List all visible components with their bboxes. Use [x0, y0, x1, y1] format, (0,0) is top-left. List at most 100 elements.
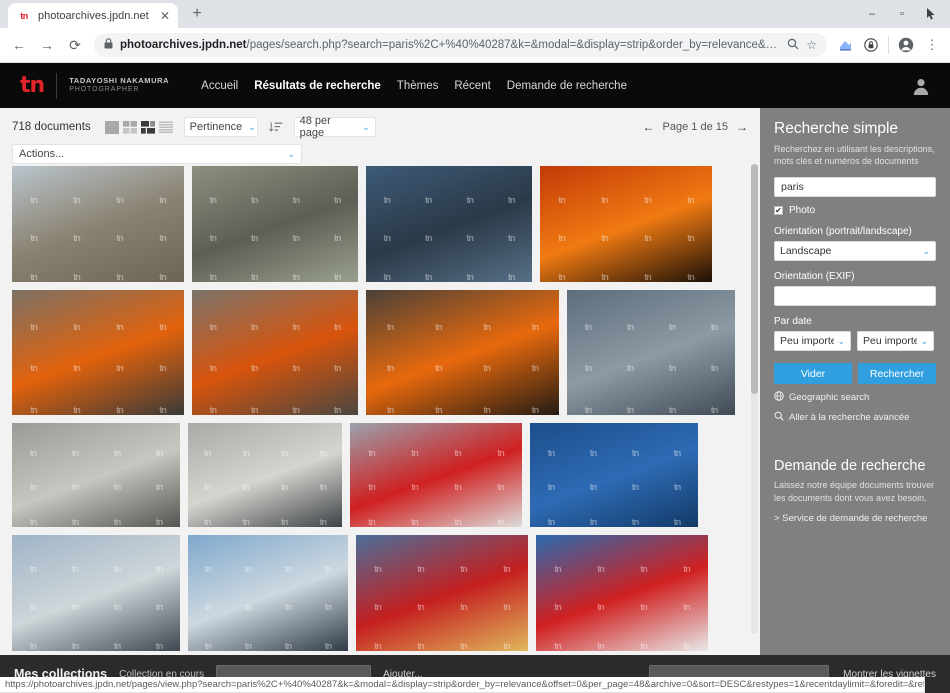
view-mode-strip-icon[interactable] [140, 120, 156, 135]
address-bar[interactable]: photoarchives.jpdn.net/pages/search.php?… [94, 33, 827, 57]
date-from-select[interactable]: Peu importe ⌄ [774, 331, 851, 352]
view-mode-large-icon[interactable] [104, 120, 120, 135]
exif-label: Orientation (EXIF) [774, 271, 855, 283]
nav-item-recent[interactable]: Récent [454, 80, 490, 92]
watermark-overlay: tntntntntntntntntntntntn [30, 321, 167, 415]
extension-icon[interactable] [833, 33, 857, 57]
view-mode-list-icon[interactable] [158, 120, 174, 135]
url-text: photoarchives.jpdn.net/pages/search.php?… [120, 39, 780, 51]
incognito-icon[interactable] [859, 33, 883, 57]
view-mode-switcher [104, 120, 174, 135]
new-tab-button[interactable]: + [184, 1, 210, 27]
sort-select-value: Pertinence [189, 121, 243, 133]
thumb-riot-shields-row[interactable]: tn tn tn tn tn tn tn tn tn tn tn tn [567, 290, 735, 415]
menu-icon[interactable]: ⋮ [920, 33, 944, 57]
search-input[interactable] [774, 177, 936, 198]
main-navigation: Accueil Résultats de recherche Thèmes Ré… [201, 80, 627, 92]
pagination: ← Page 1 de 15 → [643, 120, 748, 134]
url-domain: photoarchives.jpdn.net [120, 39, 247, 51]
nav-item-demande[interactable]: Demande de recherche [507, 80, 627, 92]
clear-button[interactable]: Vider [774, 363, 852, 385]
thumb-barricade-fire[interactable]: tn tn tn tn tn tn tn tn tn tn tn tn [192, 290, 358, 415]
magnifier-icon [774, 411, 784, 424]
maximize-icon[interactable]: ▫ [888, 1, 916, 27]
chevron-down-icon: ⌄ [922, 245, 930, 256]
geographic-search-label: Geographic search [789, 392, 870, 404]
thumb-panda-parade[interactable]: tn tn tn tn tn tn tn tn tn tn tn tn [536, 535, 708, 651]
view-mode-grid-icon[interactable] [122, 120, 138, 135]
watermark-overlay: tntntntntntntntntntntntn [204, 563, 333, 651]
actions-select-value: Actions... [19, 148, 65, 160]
thumb-fire-protesters[interactable]: tn tn tn tn tn tn tn tn tn tn tn tn [366, 290, 559, 415]
request-service-link[interactable]: > Service de demande de recherche [774, 512, 936, 525]
sidebar-description: Recherchez en utilisant les descriptions… [774, 144, 935, 167]
watermark-overlay: tntntntntntntntntntntntn [386, 321, 539, 415]
advanced-search-link[interactable]: Aller à la recherche avancée [774, 411, 936, 424]
browser-tab[interactable]: tn photoarchives.jpdn.net ✕ [8, 3, 178, 28]
user-icon[interactable] [910, 75, 932, 97]
reload-button[interactable]: ⟳ [62, 32, 88, 58]
advanced-search-label: Aller à la recherche avancée [789, 412, 910, 424]
watermark-overlay: tntntntntntntntntntntntn [368, 447, 505, 527]
thumb-modern-building-1[interactable]: tn tn tn tn tn tn tn tn tn tn tn tn [12, 535, 180, 651]
sort-direction-icon[interactable] [268, 119, 284, 135]
date-to-select[interactable]: Peu importe ⌄ [857, 331, 934, 352]
logo-divider [56, 72, 58, 99]
profile-avatar-icon[interactable] [894, 33, 918, 57]
site-logo-icon[interactable]: tn [20, 74, 45, 97]
photo-checkbox[interactable]: ✔ [774, 206, 783, 216]
thumbnail-row: tntntntntntntntntntntntn tntntntntntntntn… [12, 290, 748, 415]
minimize-icon[interactable]: – [858, 1, 886, 27]
results-scrollbar[interactable] [751, 164, 758, 634]
search-icon[interactable] [787, 38, 799, 53]
watermark-overlay: tntntntntntntntntntntntn [584, 321, 719, 415]
geographic-search-link[interactable]: Geographic search [774, 391, 936, 404]
sort-select[interactable]: Pertinence ⌄ [183, 117, 258, 137]
thumb-modern-building-2[interactable]: tn tn tn tn tn tn tn tn tn tn tn tn [188, 535, 348, 651]
orientation-select[interactable]: Landscape ⌄ [774, 241, 936, 262]
watermark-overlay: tntntntntntntntntntntntn [547, 447, 682, 527]
watermark-overlay: tntntntntntntntntntntntn [209, 321, 342, 415]
exif-input[interactable] [774, 286, 936, 307]
next-page-button[interactable]: → [736, 120, 748, 134]
thumb-police-line-street[interactable]: tn tn tn tn tn tn tn tn tn tn tn tn [192, 166, 358, 282]
thumb-fire-truck-smoke[interactable]: tn tn tn tn tn tn tn tn tn tn tn tn [188, 423, 342, 527]
search-sidebar: Recherche simple Recherchez en utilisant… [760, 108, 950, 693]
bookmark-star-icon[interactable]: ☆ [806, 38, 817, 52]
back-button[interactable]: ← [6, 32, 32, 58]
thumb-silhouette-fire[interactable]: tn tn tn tn tn tn tn tn tn tn tn tn [540, 166, 712, 282]
thumb-riot-police-closeup[interactable]: tn tn tn tn tn tn tn tn tn tn tn tn [366, 166, 532, 282]
thumbnail-grid-wrapper: tn tn tn tn tn tn tn tn tn tn tn tn tn tn tn tn tn tn tn tn… [0, 160, 760, 693]
date-from-value: Peu importe [780, 335, 834, 348]
photo-checkbox-label[interactable]: Photo [789, 205, 815, 216]
thumb-blue-fence[interactable]: tn tn tn tn tn tn tn tn tn tn tn tn [530, 423, 698, 527]
watermark-overlay: tntntntntntntntntntntntn [204, 447, 327, 527]
thumb-flooded-road[interactable]: tn tn tn tn tn tn tn tn tn tn tn tn [12, 166, 184, 282]
request-text: Laissez notre équipe documents trouver l… [774, 480, 935, 503]
watermark-overlay: tntntntntntntntntntntntn [374, 563, 511, 651]
forward-button[interactable]: → [34, 32, 60, 58]
sidebar-title: Recherche simple [774, 120, 899, 137]
search-button[interactable]: Rechercher [858, 363, 936, 385]
thumb-fire-engine-red[interactable]: tn tn tn tn tn tn tn tn tn tn tn tn [350, 423, 522, 527]
close-icon[interactable]: ✕ [160, 10, 170, 22]
watermark-overlay: tntntntntntntntntntntntn [383, 194, 516, 282]
site-logo-text: TADAYOSHI NAKAMURA PHOTOGRAPHER [69, 77, 169, 94]
globe-icon [774, 391, 784, 404]
nav-item-accueil[interactable]: Accueil [201, 80, 238, 92]
document-count: 718 documents [12, 121, 91, 133]
photo-checkbox-row: ✔ Photo [774, 205, 936, 216]
results-toolbar: 718 documents Pertinence ⌄ 48 per page ⌄… [0, 108, 760, 164]
watermark-overlay: tntntntntntntntntntntntn [29, 447, 164, 527]
prev-page-button[interactable]: ← [643, 120, 655, 134]
per-page-select[interactable]: 48 per page ⌄ [293, 115, 376, 139]
scrollbar-thumb[interactable] [751, 164, 758, 394]
nav-item-resultats[interactable]: Résultats de recherche [254, 80, 381, 92]
thumb-parade-giant-puppet[interactable]: tn tn tn tn tn tn tn tn tn tn tn tn [356, 535, 528, 651]
body-area: 718 documents Pertinence ⌄ 48 per page ⌄… [0, 108, 950, 693]
lock-icon [104, 38, 113, 52]
close-window-icon[interactable] [918, 1, 946, 27]
nav-item-themes[interactable]: Thèmes [397, 80, 439, 92]
thumb-street-fire-trees[interactable]: tn tn tn tn tn tn tn tn tn tn tn tn [12, 290, 184, 415]
thumb-smoke-street[interactable]: tn tn tn tn tn tn tn tn tn tn tn tn [12, 423, 180, 527]
